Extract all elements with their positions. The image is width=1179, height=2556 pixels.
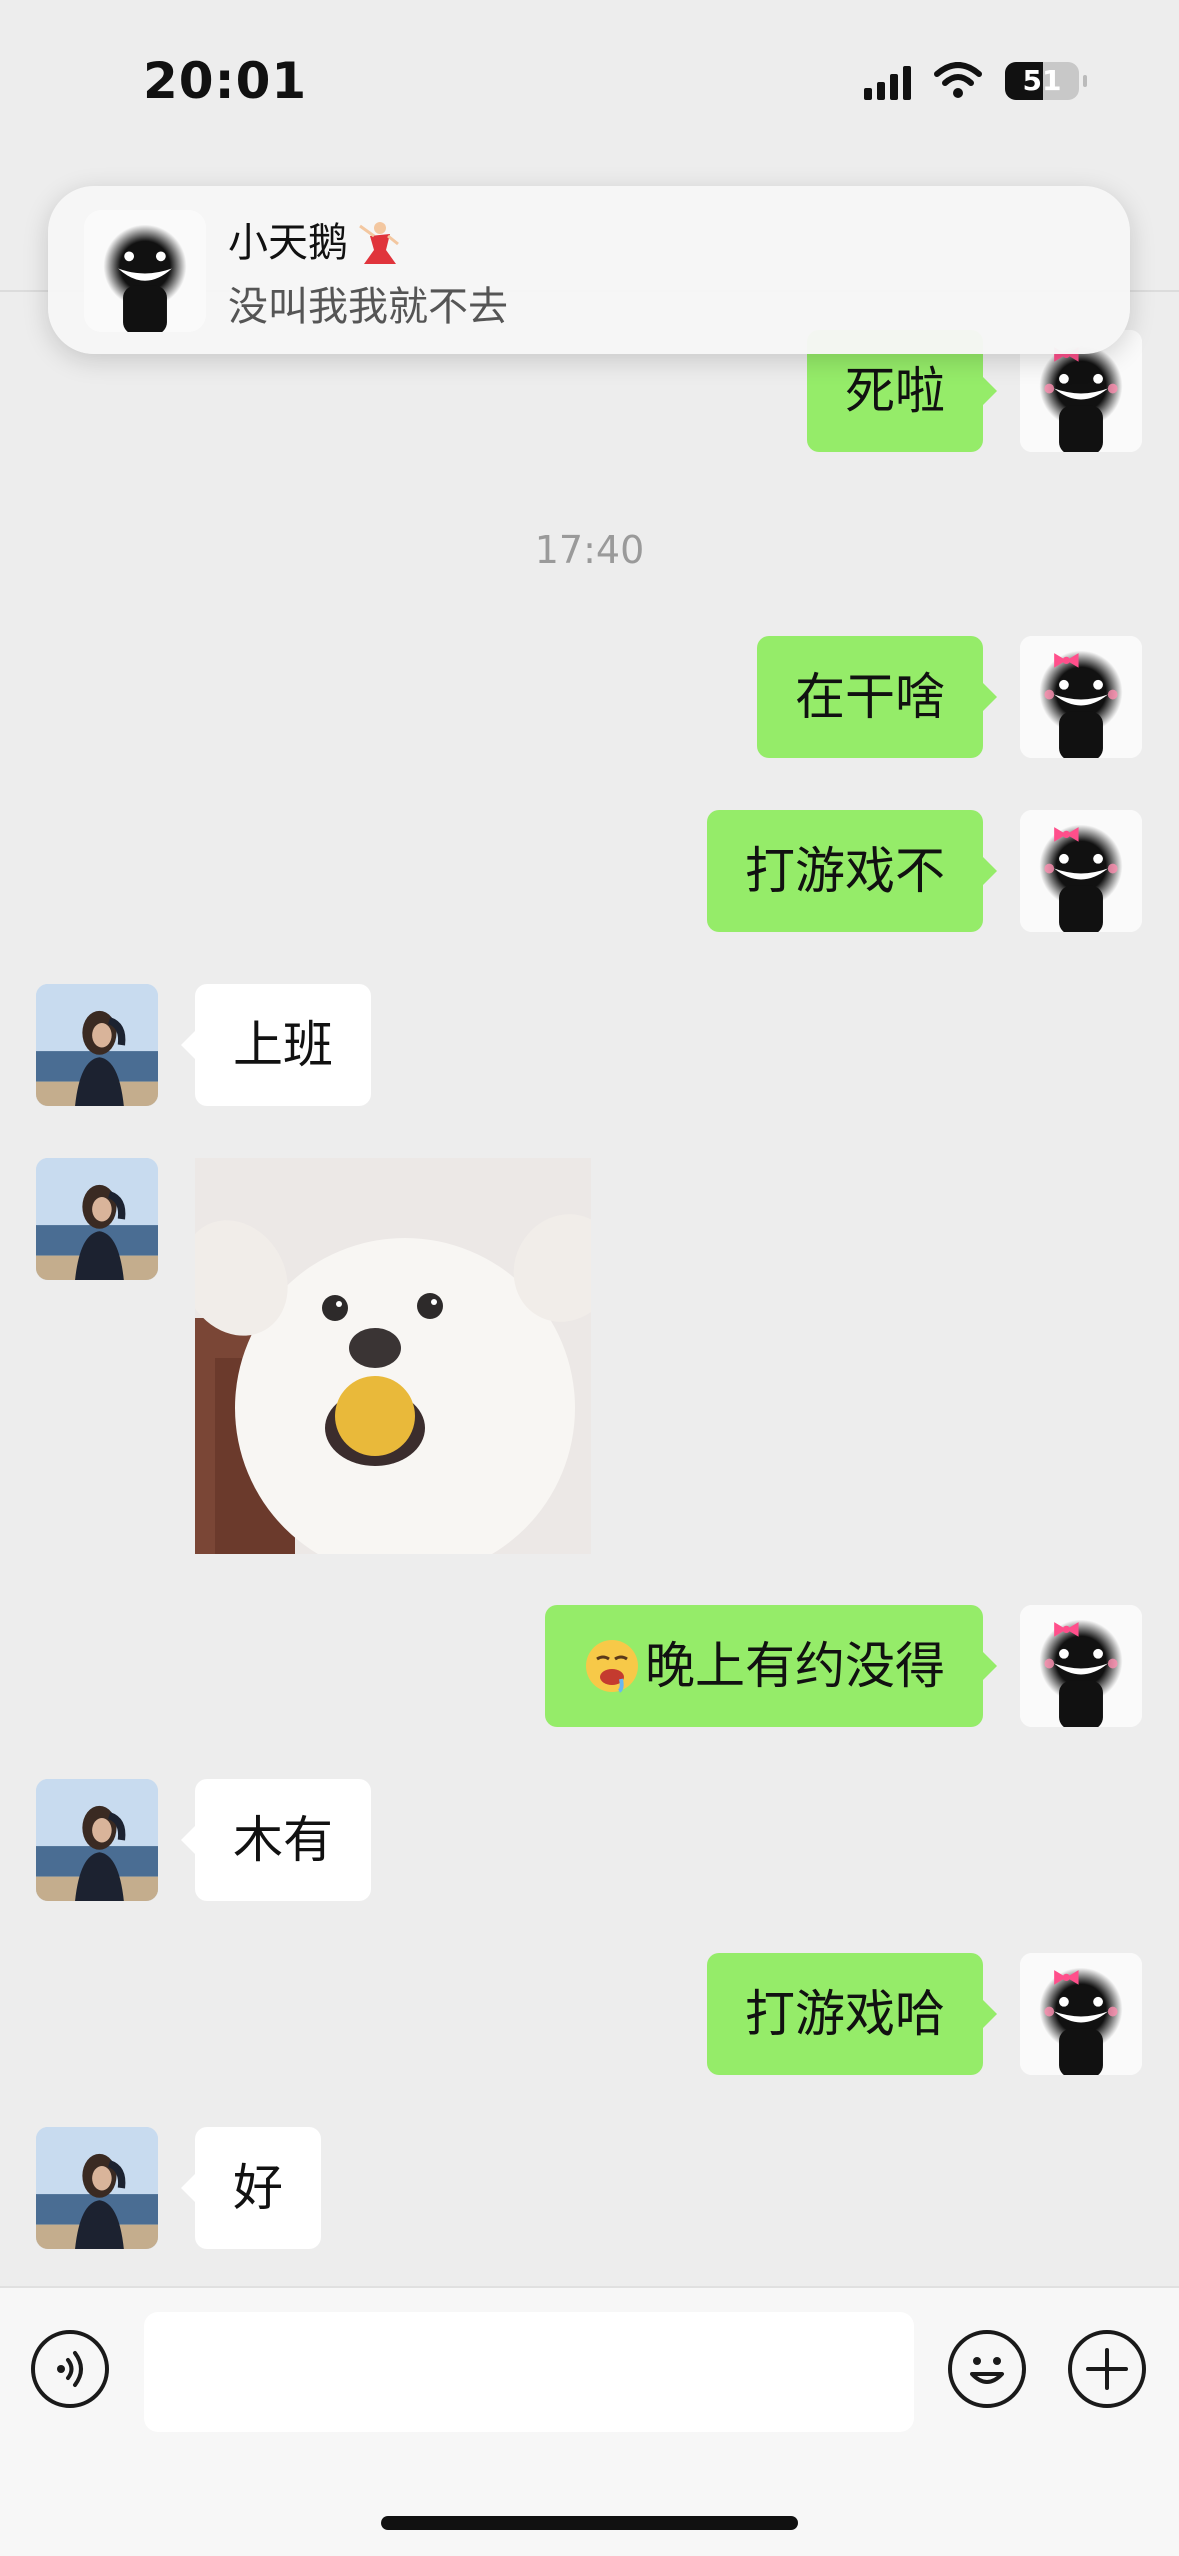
more-button[interactable] <box>1068 2330 1146 2408</box>
notification-banner[interactable]: 小天鹅 没叫我我就不去 <box>48 186 1130 354</box>
status-time: 20:01 <box>143 52 308 110</box>
my-avatar[interactable] <box>1020 1605 1142 1727</box>
notification-avatar <box>84 210 206 332</box>
dog-photo[interactable] <box>195 1158 591 1554</box>
wifi-icon <box>934 62 982 98</box>
peer-avatar[interactable] <box>36 984 158 1106</box>
home-indicator <box>381 2516 798 2530</box>
notification-message: 没叫我我就不去 <box>228 284 508 330</box>
cellular-signal-icon <box>864 62 911 100</box>
voice-icon <box>57 2351 83 2387</box>
peer-avatar[interactable] <box>36 1158 158 1280</box>
my-avatar[interactable] <box>1020 636 1142 758</box>
notification-sender: 小天鹅 <box>228 220 348 266</box>
notification-title: 小天鹅 <box>228 210 400 270</box>
my-avatar[interactable] <box>1020 1953 1142 2075</box>
chat-timestamp: 17:40 <box>534 528 645 572</box>
status-icons: 51 <box>864 62 1087 100</box>
my-avatar[interactable] <box>1020 810 1142 932</box>
peer-avatar[interactable] <box>36 1779 158 1901</box>
plus-icon <box>1086 2348 1128 2390</box>
emoji-button[interactable] <box>948 2330 1026 2408</box>
message-bubble-peer[interactable]: 上班 <box>181 984 371 1106</box>
message-bubble-mine[interactable]: 打游戏哈 <box>707 1953 997 2075</box>
input-bar <box>0 2286 1179 2556</box>
message-input[interactable] <box>144 2312 914 2432</box>
message-bubble-mine[interactable]: 在干啥 <box>757 636 997 758</box>
message-bubble-mine[interactable]: 晚上有约没得 <box>545 1605 997 1727</box>
peer-avatar[interactable] <box>36 2127 158 2249</box>
drooling-face-icon <box>586 1639 638 1693</box>
message-bubble-peer[interactable]: 好 <box>181 2127 321 2249</box>
ballet-dancer-icon <box>359 222 399 264</box>
message-bubble-mine[interactable]: 打游戏不 <box>707 810 997 932</box>
voice-input-button[interactable] <box>31 2330 109 2408</box>
battery-icon: 51 <box>1005 62 1087 100</box>
battery-level: 51 <box>1022 64 1062 97</box>
message-text: 晚上有约没得 <box>645 1637 945 1695</box>
message-bubble-peer[interactable]: 木有 <box>181 1779 371 1901</box>
smiley-icon <box>970 2357 1004 2384</box>
